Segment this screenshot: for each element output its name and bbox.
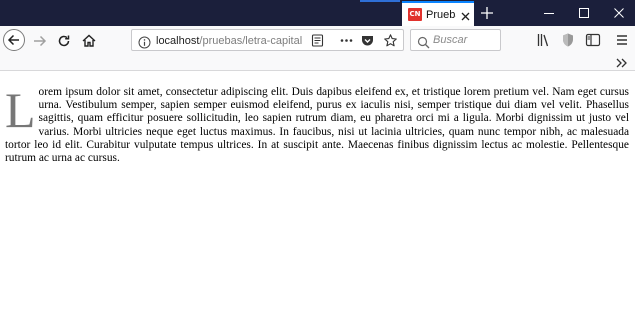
pocket-icon[interactable] [360,33,375,48]
close-icon[interactable] [459,8,472,21]
url-text[interactable]: localhost/pruebas/letra-capital [156,34,308,48]
more-icon[interactable] [339,33,354,48]
url-host: localhost [156,35,200,47]
window-close-icon[interactable] [611,5,627,21]
url-bar[interactable]: localhost/pruebas/letra-capital [131,29,404,51]
url-path: /pruebas/letra-capital [199,35,303,47]
search-bar[interactable] [410,29,501,51]
tab-pruebas[interactable]: CN Pruebas [402,1,474,26]
minimize-icon[interactable] [541,5,557,21]
tab-title: Pruebas [426,9,456,21]
sidebar-icon[interactable] [584,31,602,49]
reader-view-icon[interactable] [310,33,325,48]
favicon-icon: CN [408,8,422,21]
info-icon[interactable] [138,34,151,49]
titlebar-accent [360,0,400,2]
star-icon[interactable] [383,33,398,48]
page-content: Lorem ipsum dolor sit amet, consectetur … [0,72,635,320]
paragraph-text: orem ipsum dolor sit amet, consectetur a… [5,86,629,165]
home-icon[interactable] [78,30,100,52]
search-input[interactable] [433,32,497,48]
reload-icon[interactable] [53,30,75,52]
forward-button[interactable] [29,30,51,52]
drop-cap-letter: L [5,82,36,138]
maximize-icon[interactable] [576,5,592,21]
hamburger-menu-icon[interactable] [613,31,631,49]
back-button[interactable] [3,29,25,51]
plus-icon[interactable] [478,4,496,22]
bookmarks-toolbar [0,55,635,71]
shield-icon[interactable] [559,31,577,49]
library-icon[interactable] [535,31,553,49]
title-bar: CN Pruebas [0,0,635,26]
navigation-toolbar: localhost/pruebas/letra-capital [0,26,635,55]
search-icon [417,34,430,49]
chevron-double-right-icon[interactable] [614,55,630,69]
lorem-paragraph: Lorem ipsum dolor sit amet, consectetur … [5,82,629,165]
